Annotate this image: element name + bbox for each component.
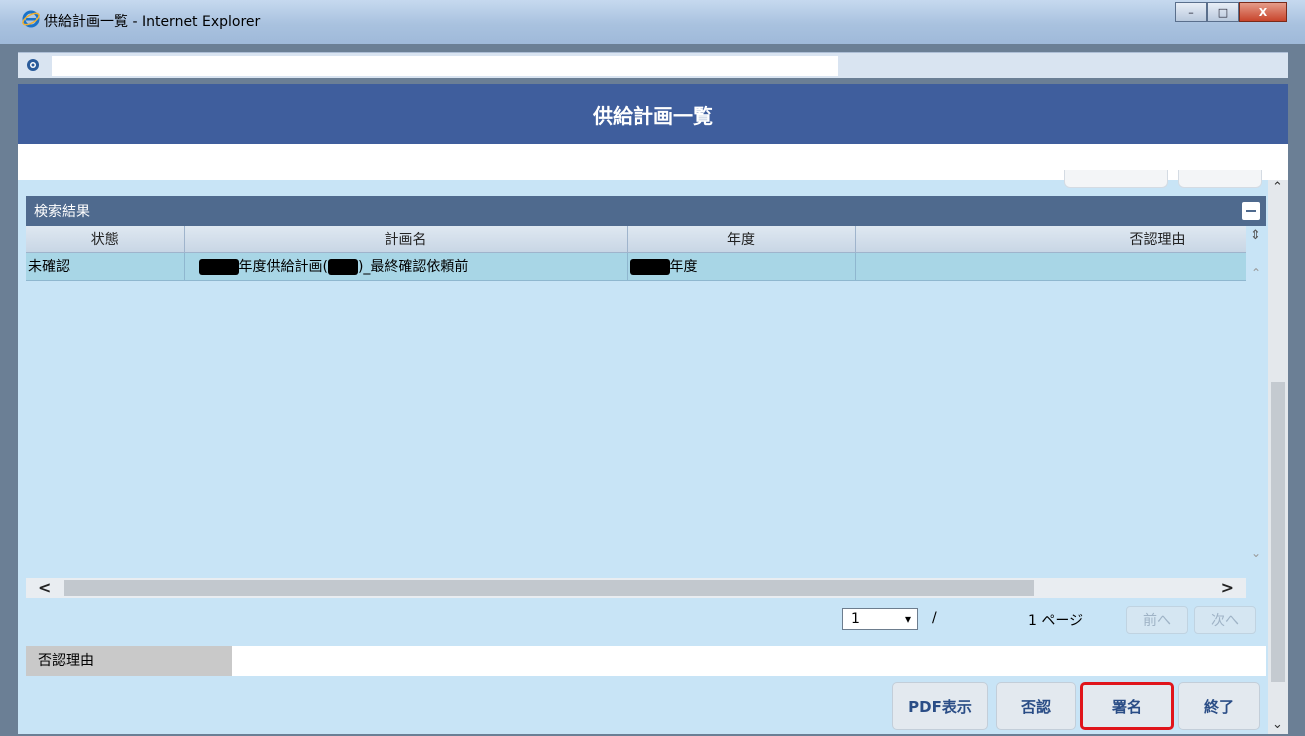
scroll-left-icon[interactable]: < bbox=[38, 578, 51, 597]
cell-plan-name: 年度供給計画( )_最終確認依頼前 bbox=[184, 252, 628, 281]
page-scrollbar-thumb[interactable] bbox=[1271, 382, 1285, 682]
horizontal-scrollbar[interactable]: < > bbox=[26, 578, 1246, 598]
page-content: 供給計画一覧 検索結果 状態 計画名 年度 否認理由 未確認 年度供給計画()… bbox=[18, 84, 1288, 734]
page-vertical-scrollbar[interactable]: ⌃ ⌄ bbox=[1268, 180, 1288, 734]
url-field[interactable] bbox=[52, 56, 838, 76]
minimize-button[interactable]: – bbox=[1175, 2, 1207, 22]
table-header-row: 状態 計画名 年度 否認理由 bbox=[26, 226, 1247, 253]
cell-reject-reason bbox=[855, 252, 1247, 281]
next-page-button[interactable]: 次へ bbox=[1194, 606, 1256, 634]
redacted-block bbox=[198, 259, 239, 275]
sign-button[interactable]: 署名 bbox=[1080, 682, 1174, 730]
redacted-block bbox=[629, 259, 670, 275]
cell-year: 年度 bbox=[627, 252, 856, 281]
chevron-up-icon[interactable]: ⌃ bbox=[1272, 180, 1283, 195]
page-title: 供給計画一覧 bbox=[18, 84, 1288, 144]
results-title: 検索結果 bbox=[34, 204, 90, 220]
scroll-down-icon[interactable]: ⌄ bbox=[1251, 546, 1261, 560]
redacted-block bbox=[327, 259, 358, 275]
scrollbar-thumb[interactable] bbox=[64, 580, 1034, 596]
year-text: 年度 bbox=[669, 259, 698, 275]
results-panel: 検索結果 状態 計画名 年度 否認理由 未確認 年度供給計画()_最終確認依頼 bbox=[26, 196, 1266, 606]
address-bar bbox=[18, 52, 1288, 78]
column-header-plan-name[interactable]: 計画名 bbox=[184, 226, 628, 253]
column-header-reject-reason[interactable]: 否認理由 bbox=[855, 226, 1247, 253]
hidden-button-1[interactable] bbox=[1064, 170, 1168, 188]
collapse-icon[interactable] bbox=[1242, 202, 1260, 220]
cell-status: 未確認 bbox=[26, 252, 185, 281]
page-select[interactable]: 1 ▾ bbox=[842, 608, 918, 630]
pdf-display-button[interactable]: PDF表示 bbox=[892, 682, 988, 730]
internet-explorer-icon bbox=[22, 10, 40, 28]
reject-reason-input[interactable] bbox=[232, 646, 1266, 676]
reject-button[interactable]: 否認 bbox=[996, 682, 1076, 730]
chevron-down-icon[interactable]: ⌄ bbox=[1272, 717, 1283, 732]
window-titlebar: 供給計画一覧 - Internet Explorer – □ X bbox=[0, 0, 1305, 44]
page-separator: / bbox=[932, 610, 937, 626]
chevron-down-icon: ▾ bbox=[904, 612, 911, 626]
page-icon bbox=[27, 59, 39, 71]
plan-name-text-1: 年度供給計画( bbox=[238, 259, 328, 275]
hidden-button-2[interactable] bbox=[1178, 170, 1262, 188]
window-controls: – □ X bbox=[1175, 2, 1287, 22]
maximize-button[interactable]: □ bbox=[1207, 2, 1239, 22]
column-header-status[interactable]: 状態 bbox=[26, 226, 185, 253]
close-button[interactable]: X bbox=[1239, 2, 1287, 22]
results-header: 検索結果 bbox=[26, 196, 1266, 226]
reject-reason-label: 否認理由 bbox=[26, 646, 232, 676]
window-title: 供給計画一覧 - Internet Explorer bbox=[44, 14, 261, 30]
page-select-value: 1 bbox=[851, 611, 860, 627]
total-pages: 1 ページ bbox=[1028, 613, 1084, 629]
plan-name-text-2: )_最終確認依頼前 bbox=[357, 259, 469, 275]
results-table: 状態 計画名 年度 否認理由 未確認 年度供給計画( )_最終確認依頼前 年度 bbox=[26, 226, 1247, 281]
column-header-year[interactable]: 年度 bbox=[627, 226, 856, 253]
sort-icon[interactable]: ⇕ bbox=[1250, 228, 1261, 243]
prev-page-button[interactable]: 前へ bbox=[1126, 606, 1188, 634]
table-vertical-scrollbar[interactable]: ⇕ ⌃ ⌄ bbox=[1246, 226, 1266, 576]
scroll-right-icon[interactable]: > bbox=[1221, 578, 1234, 597]
exit-button[interactable]: 終了 bbox=[1178, 682, 1260, 730]
scroll-up-icon[interactable]: ⌃ bbox=[1251, 266, 1261, 280]
table-row[interactable]: 未確認 年度供給計画( )_最終確認依頼前 年度 bbox=[26, 252, 1247, 281]
